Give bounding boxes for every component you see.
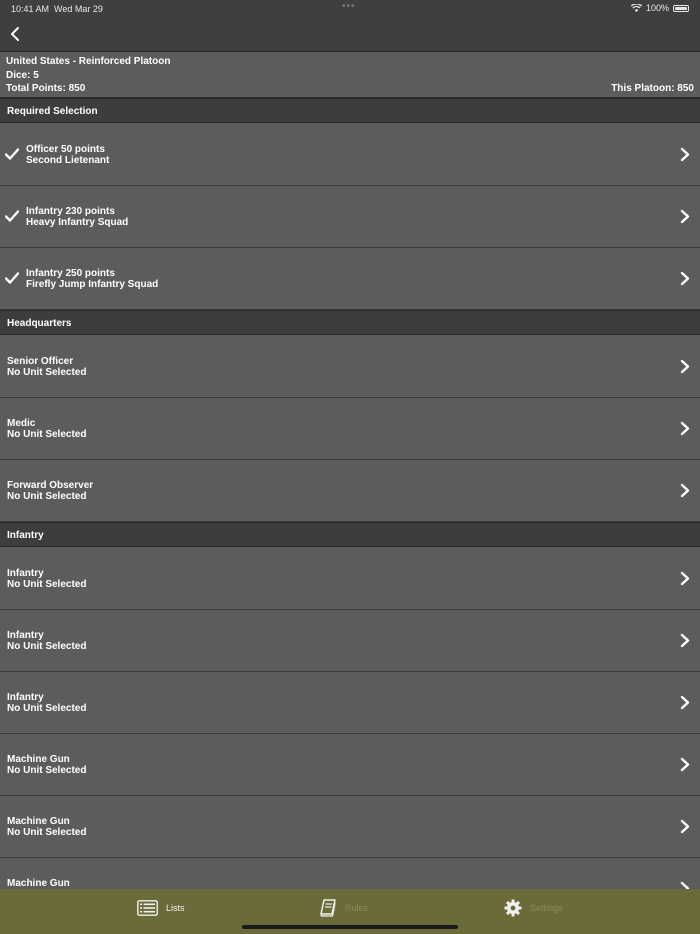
list-item-infantry[interactable]: Machine Gun No Unit Selected	[0, 796, 700, 858]
list-item-headquarters[interactable]: Medic No Unit Selected	[0, 398, 700, 460]
chevron-right-icon	[680, 483, 690, 498]
list-item-required[interactable]: Infantry 230 points Heavy Infantry Squad	[0, 186, 700, 248]
list-item-required[interactable]: Officer 50 points Second Lietenant	[0, 124, 700, 186]
status-date: Wed Mar 29	[54, 4, 103, 14]
total-points: Total Points: 850	[6, 83, 86, 94]
list-icon	[137, 900, 158, 916]
list-item-headquarters[interactable]: Senior Officer No Unit Selected	[0, 336, 700, 398]
status-time: 10:41 AM	[11, 4, 50, 14]
list-item-required[interactable]: Infantry 250 points Firefly Jump Infantr…	[0, 248, 700, 310]
multitask-dots-icon: •••	[342, 1, 356, 12]
tab-settings[interactable]: Settings	[504, 889, 563, 927]
navigation-bar	[0, 17, 700, 52]
chevron-right-icon	[680, 359, 690, 374]
checkmark-icon	[5, 272, 19, 284]
chevron-right-icon	[680, 757, 690, 772]
platoon-title: United States - Reinforced Platoon	[6, 56, 171, 67]
home-indicator[interactable]	[242, 925, 458, 929]
book-icon	[320, 899, 336, 917]
status-bar: 10:41 AM Wed Mar 29 ••• 100%	[0, 0, 700, 17]
section-header-headquarters: Headquarters	[0, 310, 700, 335]
list-item-infantry[interactable]: Machine Gun No Unit Selected	[0, 734, 700, 796]
chevron-right-icon	[680, 571, 690, 586]
chevron-right-icon	[680, 633, 690, 648]
chevron-right-icon	[680, 819, 690, 834]
back-chevron-icon[interactable]	[6, 24, 26, 44]
chevron-right-icon	[680, 209, 690, 224]
section-header-required: Required Selection	[0, 98, 700, 123]
chevron-right-icon	[680, 421, 690, 436]
chevron-right-icon	[680, 147, 690, 162]
tab-lists[interactable]: Lists	[137, 889, 185, 927]
list-item-infantry[interactable]: Infantry No Unit Selected	[0, 610, 700, 672]
tab-lists-label: Lists	[166, 903, 185, 913]
dice-count: Dice: 5	[6, 70, 39, 81]
section-header-infantry: Infantry	[0, 522, 700, 547]
platoon-info: United States - Reinforced Platoon Dice:…	[0, 52, 700, 98]
gear-icon	[504, 899, 522, 917]
checkmark-icon	[5, 210, 19, 222]
list-item-infantry[interactable]: Infantry No Unit Selected	[0, 548, 700, 610]
wifi-icon	[630, 4, 642, 12]
battery-icon	[673, 4, 689, 12]
chevron-right-icon	[680, 695, 690, 710]
chevron-right-icon	[680, 271, 690, 286]
list-item-headquarters[interactable]: Forward Observer No Unit Selected	[0, 460, 700, 522]
checkmark-icon	[5, 148, 19, 160]
this-platoon-points: This Platoon: 850	[611, 83, 694, 94]
tab-rules-label: Rules	[345, 903, 369, 913]
battery-percent: 100%	[645, 3, 669, 13]
tab-settings-label: Settings	[530, 903, 563, 913]
list-item-infantry[interactable]: Infantry No Unit Selected	[0, 672, 700, 734]
tab-rules[interactable]: Rules	[319, 889, 368, 927]
